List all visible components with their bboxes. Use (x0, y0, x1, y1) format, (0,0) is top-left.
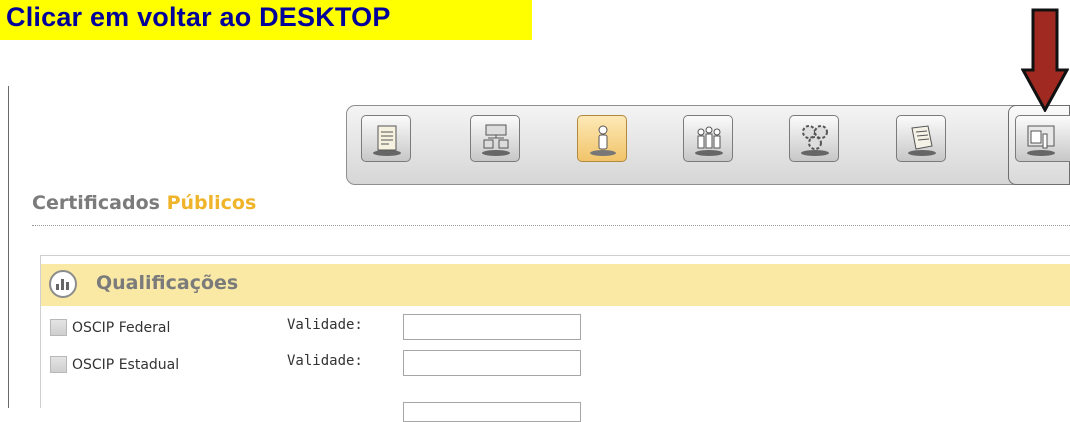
left-divider (8, 86, 9, 408)
section-title: Certificados Públicos (32, 192, 256, 214)
qualificacoes-title: Qualificações (96, 272, 239, 294)
group-icon (695, 126, 723, 156)
oscip-estadual-checkbox[interactable] (50, 356, 67, 373)
third-validity-input[interactable] (403, 402, 581, 422)
certificate-icon (373, 125, 401, 156)
desktop-icon (1027, 125, 1055, 156)
section-title-accent: Públicos (166, 192, 257, 214)
gears-icon (801, 125, 829, 156)
toolbar-button-gears[interactable] (789, 115, 839, 162)
oscip-federal-checkbox[interactable] (50, 319, 67, 336)
org-chart-icon (482, 124, 510, 156)
instruction-text: Clicar em voltar ao DESKTOP (6, 2, 391, 32)
chart-icon (56, 279, 69, 290)
oscip-federal-label: OSCIP Federal (72, 320, 171, 336)
oscip-estadual-validity-input[interactable] (403, 350, 581, 376)
section-title-main: Certificados (32, 192, 160, 214)
oscip-federal-validity-input[interactable] (403, 314, 581, 340)
person-icon (590, 125, 616, 156)
oscip-estadual-label: OSCIP Estadual (72, 357, 180, 373)
desktop-button[interactable] (1015, 115, 1070, 162)
toolbar-button-group[interactable] (683, 115, 733, 162)
instruction-banner: Clicar em voltar ao DESKTOP (0, 0, 532, 40)
oscip-estadual-validity-label: Validade: (287, 353, 363, 369)
toolbar-button-person[interactable] (577, 115, 627, 162)
section-divider (32, 225, 1070, 226)
oscip-federal-validity-label: Validade: (287, 317, 363, 333)
toolbar-button-org-chart[interactable] (470, 115, 520, 162)
qualificacoes-icon (49, 270, 77, 298)
toolbar-button-scroll[interactable] (896, 115, 946, 162)
scroll-icon (908, 125, 936, 156)
arrow-down-icon (1021, 8, 1069, 112)
toolbar-button-certificate[interactable] (361, 115, 411, 162)
